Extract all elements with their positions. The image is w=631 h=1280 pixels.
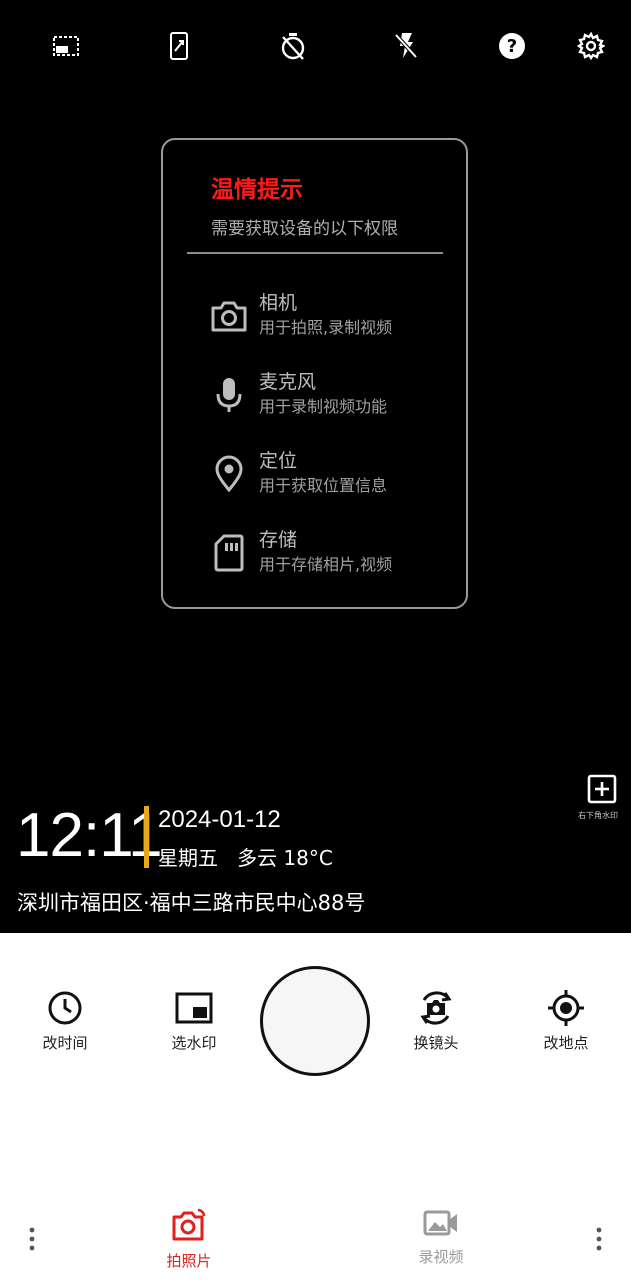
permission-item-location: 定位 用于获取位置信息 [187,446,447,502]
svg-text:?: ? [507,36,517,57]
add-watermark-label: 右下角水印 [578,811,618,820]
aspect-ratio-icon[interactable] [50,30,82,62]
permission-desc: 用于存储相片,视频 [259,555,393,574]
permission-name: 存储 [259,529,298,551]
permission-desc: 用于获取位置信息 [259,476,388,495]
change-location-label: 改地点 [543,1034,589,1052]
permission-name: 相机 [259,292,298,314]
dialog-divider [187,252,443,254]
camera-icon [207,294,251,338]
timer-off-icon[interactable] [277,30,309,62]
watermark-weekday-weather: 星期五 多云 18°C [158,846,333,870]
more-right-icon[interactable] [594,1226,604,1252]
mode-photo-label: 拍照片 [166,1252,212,1270]
plus-box-icon [587,774,617,804]
crosshair-icon [546,988,586,1028]
permission-name: 麦克风 [259,371,317,393]
mode-tab-photo[interactable]: 拍照片 [144,1208,234,1271]
dialog-title: 温情提示 [211,177,303,203]
sd-card-icon [207,531,251,575]
gear-icon[interactable] [575,30,607,62]
watermark-accent-bar [144,806,149,868]
phone-orientation-icon[interactable] [163,30,195,62]
watermark-time: 12:11 [16,801,163,870]
video-camera-icon [423,1210,457,1236]
choose-watermark-label: 选水印 [171,1034,217,1052]
help-icon[interactable]: ? [496,30,528,62]
location-pin-icon [207,452,251,496]
flash-off-icon[interactable] [390,30,422,62]
change-location-button[interactable]: 改地点 [526,988,606,1053]
shutter-button[interactable] [260,966,370,1076]
mode-tab-video[interactable]: 录视频 [396,1208,486,1267]
change-time-button[interactable]: 改时间 [25,988,105,1053]
dialog-subtitle: 需要获取设备的以下权限 [211,219,398,239]
watermark-address: 深圳市福田区·福中三路市民中心88号 [17,891,366,915]
control-panel: 改时间 选水印 换镜头 改地点 拍照片 录视频 [0,933,631,1280]
permission-desc: 用于录制视频功能 [259,397,388,416]
permission-item-microphone: 麦克风 用于录制视频功能 [187,367,447,423]
add-watermark-button[interactable] [585,772,619,806]
choose-watermark-button[interactable]: 选水印 [154,988,234,1053]
watermark-date: 2024-01-12 [158,806,281,833]
clock-icon [45,988,85,1028]
permission-dialog: 温情提示 需要获取设备的以下权限 相机 用于拍照,录制视频 麦克风 用于录制视频… [161,138,468,609]
photo-camera-icon [172,1208,206,1241]
microphone-icon [207,373,251,417]
switch-camera-label: 换镜头 [413,1034,459,1052]
more-left-icon[interactable] [27,1226,37,1252]
permission-name: 定位 [259,450,298,472]
switch-camera-button[interactable]: 换镜头 [396,988,476,1053]
switch-camera-icon [416,988,456,1028]
change-time-label: 改时间 [42,1034,88,1052]
mode-video-label: 录视频 [418,1248,464,1266]
picture-in-picture-icon [174,988,214,1028]
permission-item-camera: 相机 用于拍照,录制视频 [187,288,447,344]
permission-item-storage: 存储 用于存储相片,视频 [187,525,447,581]
permission-desc: 用于拍照,录制视频 [259,318,393,337]
